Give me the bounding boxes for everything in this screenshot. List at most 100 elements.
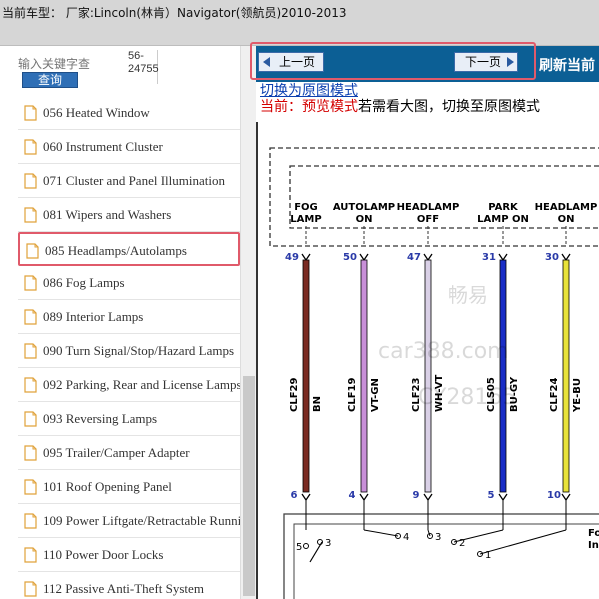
document-icon xyxy=(24,445,37,461)
pin-number-top: 49 xyxy=(285,252,299,263)
signal-label: HEADLAMP xyxy=(535,202,598,213)
module-outline-outer xyxy=(269,147,599,247)
pin-number-top: 30 xyxy=(545,252,559,263)
connector-arrow xyxy=(423,253,433,262)
list-item-label: 109 Power Liftgate/Retractable Running xyxy=(43,513,240,528)
mode-status: 当前：预览模式若需看大图，切换至原图模式 xyxy=(260,96,540,116)
list-item-label: 090 Turn Signal/Stop/Hazard Lamps xyxy=(43,343,235,358)
prev-page-button[interactable]: 上一页 xyxy=(258,52,324,72)
document-icon xyxy=(24,377,37,393)
list-item[interactable]: 109 Power Liftgate/Retractable Running xyxy=(18,504,240,538)
switch-number: 3 xyxy=(435,532,441,543)
switch-wire xyxy=(453,529,504,543)
connector-arrow xyxy=(423,493,433,502)
list-item[interactable]: 093 Reversing Lamps xyxy=(18,402,240,436)
vehicle-title: 当前车型： 厂家:Lincoln(林肯）Navigator(领航员)2010-2… xyxy=(2,6,347,20)
scrollbar-thumb[interactable] xyxy=(243,376,255,596)
pin-number-bottom: 6 xyxy=(291,490,298,501)
watermark-text: car388.com xyxy=(378,339,509,364)
connector-arrow xyxy=(561,493,571,502)
list-item-label: 112 Passive Anti-Theft System xyxy=(43,581,204,596)
viewer-panel: 刷新当前 切换为原图模式 当前：预览模式若需看大图，切换至原图模式 FOG LAM… xyxy=(256,46,599,599)
pin-number-bottom: 9 xyxy=(413,490,420,501)
circuit-label: CLF29 xyxy=(289,378,300,413)
document-icon xyxy=(24,513,37,529)
pin-number-bottom: 5 xyxy=(488,490,495,501)
list-scrollbar[interactable] xyxy=(240,46,256,599)
circuit-label: CLF24 xyxy=(549,378,560,413)
list-item-label: 092 Parking, Rear and License Lamps xyxy=(43,377,240,392)
list-item-label: 095 Trailer/Camper Adapter xyxy=(43,445,190,460)
watermark-text: CY28165 xyxy=(418,385,516,410)
list-item-label: 071 Cluster and Panel Illumination xyxy=(43,173,225,188)
wiring-diagram: FOG LAMP 49 CLF29 BN 6 AUTOLAMP ON 50 CLF19 VT-GN 4… xyxy=(256,122,599,599)
module-outline-inner xyxy=(289,165,599,229)
connector-arrow xyxy=(498,253,508,262)
switch-contact xyxy=(303,543,309,549)
device-label-right: Fo xyxy=(588,528,599,539)
signal-label: AUTOLAMP xyxy=(333,202,395,213)
watermark-text: 畅易 xyxy=(448,283,488,307)
list-item[interactable]: 081 Wipers and Washers xyxy=(18,198,240,232)
document-icon xyxy=(24,207,37,223)
switch-number: 4 xyxy=(403,532,409,543)
signal-label: HEADLAMP xyxy=(397,202,460,213)
refresh-link[interactable]: 刷新当前 xyxy=(539,55,595,75)
search-button[interactable]: 查询 xyxy=(22,72,78,88)
result-count: 56-24755 xyxy=(128,50,159,84)
list-item[interactable]: 101 Roof Opening Panel xyxy=(18,470,240,504)
switch-outline-outer xyxy=(283,513,599,599)
next-page-button[interactable]: 下一页 xyxy=(454,52,518,72)
list-item-label: 089 Interior Lamps xyxy=(43,309,144,324)
list-item-label: 101 Roof Opening Panel xyxy=(43,479,172,494)
list-item[interactable]: 085 Headlamps/Autolamps xyxy=(18,232,240,266)
wire xyxy=(424,259,432,493)
list-item-label: 110 Power Door Locks xyxy=(43,547,164,562)
list-item[interactable]: 090 Turn Signal/Stop/Hazard Lamps xyxy=(18,334,240,368)
page-nav-highlight: 上一页 下一页 xyxy=(250,42,536,80)
search-input[interactable] xyxy=(18,56,98,72)
document-icon xyxy=(24,173,37,189)
mode-hint: 若需看大图，切换至原图模式 xyxy=(358,99,540,115)
arrow-left-icon xyxy=(263,57,270,67)
list-item[interactable]: 086 Fog Lamps xyxy=(18,266,240,300)
list-item[interactable]: 112 Passive Anti-Theft System xyxy=(18,572,240,599)
device-label-right: Inc xyxy=(588,540,599,551)
document-icon xyxy=(24,139,37,155)
signal-label: FOG xyxy=(294,202,318,213)
list-item-label: 056 Heated Window xyxy=(43,105,150,120)
document-icon xyxy=(24,581,37,597)
document-icon xyxy=(24,275,37,291)
mode-prefix: 当前： xyxy=(260,99,302,115)
connector-arrow xyxy=(498,493,508,502)
signal-label: LAMP ON xyxy=(477,214,529,225)
list-item[interactable]: 095 Trailer/Camper Adapter xyxy=(18,436,240,470)
prev-page-label: 上一页 xyxy=(279,55,316,69)
list-item[interactable]: 071 Cluster and Panel Illumination xyxy=(18,164,240,198)
pin-number-bottom: 4 xyxy=(349,490,356,501)
list-item-label: 093 Reversing Lamps xyxy=(43,411,158,426)
list-item[interactable]: 056 Heated Window xyxy=(18,96,240,130)
connector-arrow xyxy=(561,253,571,262)
list-item-label: 086 Fog Lamps xyxy=(43,275,125,290)
signal-label: LAMP xyxy=(290,214,321,225)
pin-number-top: 31 xyxy=(482,252,496,263)
connector-arrow xyxy=(301,493,311,502)
document-icon xyxy=(24,411,37,427)
list-item-label: 085 Headlamps/Autolamps xyxy=(45,243,187,258)
wire xyxy=(360,259,368,493)
next-page-label: 下一页 xyxy=(465,55,502,69)
list-item-label: 060 Instrument Cluster xyxy=(43,139,163,154)
connector-arrow xyxy=(359,493,369,502)
document-icon xyxy=(24,309,37,325)
list-item[interactable]: 092 Parking, Rear and License Lamps xyxy=(18,368,240,402)
list-item[interactable]: 110 Power Door Locks xyxy=(18,538,240,572)
wire-color-label: VT-GN xyxy=(370,378,381,412)
wiring-diagram-svg: FOGLAMP49CLF29 BN6AUTOLAMPON50CLF19 VT-GN4… xyxy=(269,147,599,599)
list-item[interactable]: 060 Instrument Cluster xyxy=(18,130,240,164)
pin-number-bottom: 10 xyxy=(547,490,561,501)
signal-label: OFF xyxy=(417,214,439,225)
switch-lever xyxy=(309,541,323,563)
mode-name: 预览模式 xyxy=(302,99,358,115)
list-item[interactable]: 089 Interior Lamps xyxy=(18,300,240,334)
